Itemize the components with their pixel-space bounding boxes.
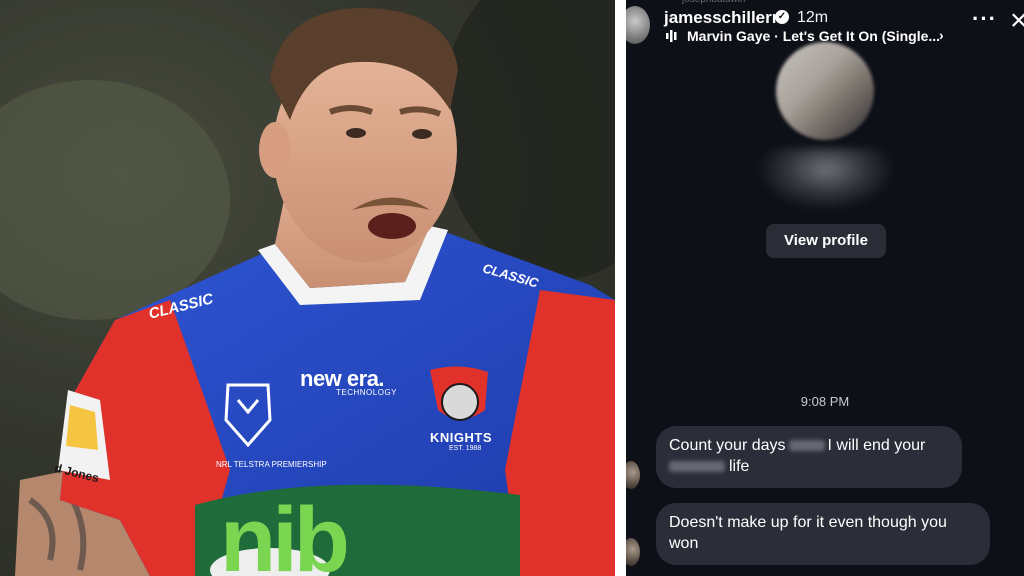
image-divider	[615, 0, 626, 576]
knights-est-text: EST. 1988	[449, 445, 482, 452]
message-bubble[interactable]: Doesn't make up for it even though you w…	[656, 503, 990, 565]
jersey-sponsor-newera-sub: TECHNOLOGY	[336, 388, 398, 397]
message-text: Doesn't make up for it even though you w…	[669, 514, 947, 552]
message-text-part: I will end your	[827, 437, 926, 454]
message-text-part: Count your days	[669, 437, 786, 454]
sender-avatar[interactable]	[626, 538, 640, 566]
previous-story-handle: josephbaldwin	[682, 0, 745, 5]
knights-logo-text: KNIGHTS	[430, 430, 492, 445]
instagram-story-screenshot: josephbaldwin jamesschillerr ✓ 12m ··· ×…	[626, 0, 1024, 576]
jersey-sponsor-nib: nib	[220, 489, 350, 576]
story-timestamp: 12m	[797, 9, 829, 26]
message-timestamp: 9:08 PM	[800, 394, 850, 409]
nrl-premiership-text: NRL TELSTRA PREMIERSHIP	[216, 460, 327, 469]
censored-text	[669, 461, 725, 473]
avatar[interactable]	[626, 6, 650, 44]
close-icon[interactable]: ×	[1010, 6, 1024, 36]
verified-badge-icon: ✓	[775, 10, 789, 24]
censored-text	[788, 440, 825, 452]
message-bubble[interactable]: Count your days I will end your life	[656, 426, 962, 488]
sender-avatar[interactable]	[626, 461, 640, 489]
view-profile-button[interactable]: View profile	[766, 224, 886, 258]
blurred-profile-picture[interactable]	[776, 42, 874, 140]
blurred-profile-name	[758, 148, 894, 210]
story-username[interactable]: jamesschillerr	[664, 8, 778, 28]
music-bars-icon	[666, 30, 677, 42]
story-music-label[interactable]: Marvin Gaye · Let's Get It On (Single...	[687, 28, 940, 44]
player-photo: CLASSIC CLASSIC new era. TECHNOLOGY KNIG…	[0, 0, 615, 576]
message-text-part: life	[729, 458, 750, 475]
ellipsis-icon[interactable]: ···	[972, 8, 997, 30]
chevron-right-icon[interactable]: ›	[939, 27, 944, 43]
